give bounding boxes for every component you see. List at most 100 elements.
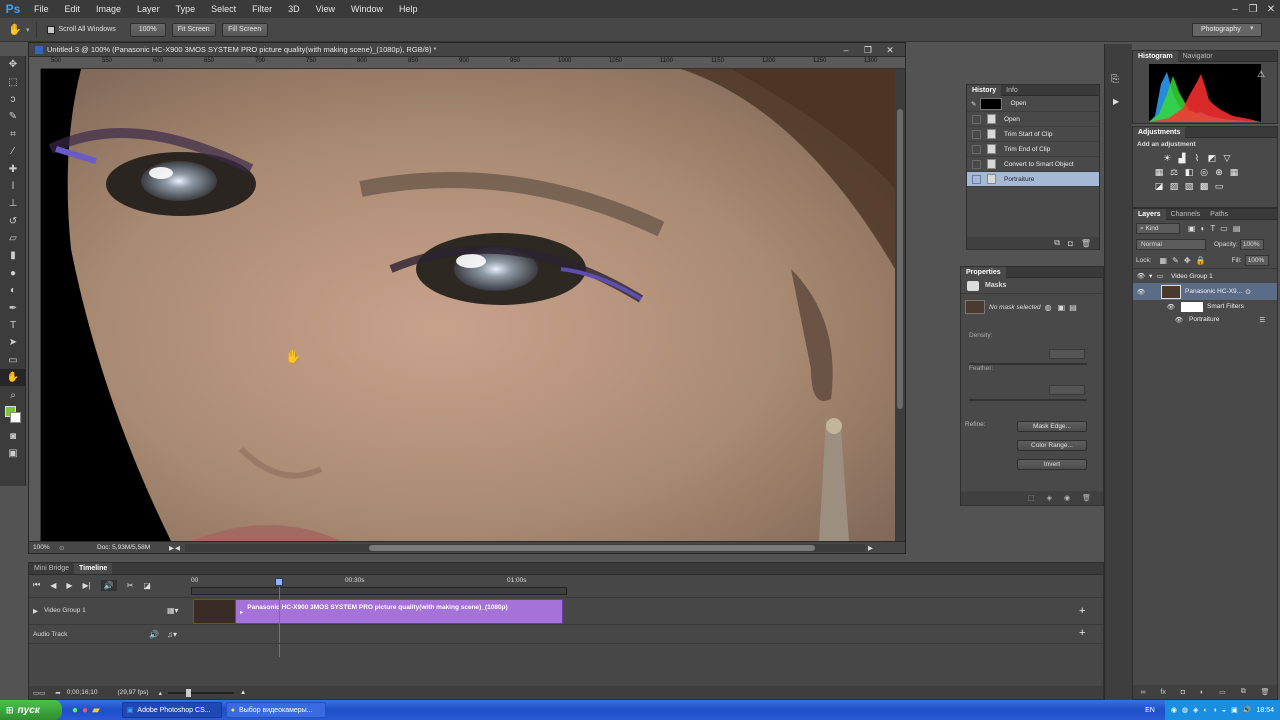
language-indicator[interactable]: EN [1145,707,1155,714]
start-button[interactable]: ⊞ пуск [0,700,62,720]
filter-kind-select[interactable]: ⌕ Kind [1136,222,1180,234]
minimize-icon[interactable]: – [1226,0,1244,18]
add-mask-icon[interactable]: ◘ [1181,689,1185,696]
task-browser[interactable]: ● Выбор видеокамеры... [225,702,326,718]
menu-help[interactable]: Help [391,0,426,18]
brush-tool-icon[interactable]: ⅼ [0,178,26,195]
tab-properties[interactable]: Properties [961,266,1006,278]
color-lookup-icon[interactable]: ▦ [1228,167,1240,177]
clip-expand-icon[interactable]: ▸ [240,608,243,616]
tab-timeline[interactable]: Timeline [74,563,113,574]
layer-style-icon[interactable]: fx [1160,689,1165,696]
add-pixel-mask-icon[interactable]: ▣ [1058,303,1066,312]
quicklaunch-folder-icon[interactable]: ▰ [92,705,100,716]
task-photoshop[interactable]: ▣ Adobe Photoshop CS... [121,702,222,718]
hue-saturation-icon[interactable]: ▦ [1153,167,1165,177]
play-action-icon[interactable]: ▶ [1113,97,1132,106]
timeline-ruler[interactable]: 00 00:30s 01:00s [191,575,565,587]
screen-mode-icon[interactable]: ▣ [0,445,26,462]
layer-row-selected[interactable]: 👁 Panasonic HC-X9... ⊙ [1133,283,1277,300]
delete-layer-icon[interactable]: 🗑 [1261,688,1270,696]
feather-slider[interactable] [969,399,1087,401]
tray-icon-3[interactable]: ◈ [1193,706,1198,714]
hand-tool-icon[interactable]: ✋ [0,369,26,387]
lock-transparency-icon[interactable]: ▦ [1160,256,1168,265]
zoom-tool-icon[interactable]: ⌕ [0,386,26,403]
filter-options-icon[interactable]: ☰ [1259,316,1265,324]
tab-histogram[interactable]: Histogram [1133,50,1178,62]
menu-filter[interactable]: Filter [244,0,280,18]
playhead-handle[interactable] [275,578,283,586]
fit-screen-button[interactable]: Fit Screen [171,22,216,37]
eye-icon[interactable]: 👁 [1133,303,1177,311]
filter-shape-icon[interactable]: ▭ [1220,224,1228,233]
eye-icon[interactable]: 👁 [1133,272,1149,280]
history-panel-icon[interactable]: ⎘ [1111,74,1132,85]
split-at-playhead-icon[interactable]: ✂ [127,581,134,590]
link-layers-icon[interactable]: ∞ [1140,689,1145,696]
audio-mute-icon[interactable]: 🔊 [100,579,117,591]
work-area-bar[interactable] [191,587,567,595]
doc-minimize-icon[interactable]: – [835,43,857,57]
layer-group-row[interactable]: 👁 ▾ ▭ Video Group 1 [1133,268,1277,283]
tab-adjustments[interactable]: Adjustments [1133,126,1186,138]
menu-select[interactable]: Select [203,0,244,18]
zoom-level[interactable]: 100% [29,544,59,551]
zoom-in-mountain-icon[interactable]: ▲ [240,689,246,696]
transition-icon[interactable]: ◪ [143,581,151,590]
load-selection-icon[interactable]: ⬚ [1028,494,1035,502]
fill-field[interactable]: 100% [1244,254,1269,266]
history-item[interactable]: Open [967,112,1099,127]
levels-icon[interactable]: ▟ [1176,153,1188,163]
menu-type[interactable]: Type [168,0,204,18]
quick-select-tool-icon[interactable]: ✎ [0,108,26,125]
new-adjustment-icon[interactable]: ◐ [1200,689,1204,696]
posterize-icon[interactable]: ▨ [1168,181,1180,191]
history-snapshot[interactable]: ✎ Open [967,96,1099,112]
zoom-100-button[interactable]: 100% [129,22,166,37]
snapshot-camera-icon[interactable]: ◘ [1068,239,1073,248]
eye-icon[interactable]: 👁 [1133,288,1149,296]
delete-mask-icon[interactable]: 🗑 [1082,494,1091,502]
channel-mixer-icon[interactable]: ⊕ [1213,167,1225,177]
menu-image[interactable]: Image [88,0,129,18]
menu-3d[interactable]: 3D [280,0,308,18]
eye-icon[interactable]: 👁 [1133,316,1189,324]
go-to-first-frame-icon[interactable]: ⏮ [33,580,40,590]
scroll-left-icon[interactable]: ◀ [175,544,185,552]
tray-icon-5[interactable]: ◑ [1213,707,1217,714]
dodge-tool-icon[interactable]: ◐ [0,282,26,299]
zoom-out-mountain-icon[interactable]: ▴ [159,689,162,697]
shape-tool-icon[interactable]: ▭ [0,352,26,369]
doc-restore-icon[interactable]: ❐ [857,43,879,57]
tray-icon-7[interactable]: ▣ [1231,706,1238,714]
lasso-tool-icon[interactable]: ↄ [0,91,26,108]
tab-channels[interactable]: Channels [1166,209,1206,220]
healing-tool-icon[interactable]: ✚ [0,160,26,177]
tray-icon-4[interactable]: ◐ [1203,707,1207,714]
invert-button[interactable]: Invert [1017,459,1087,470]
blur-tool-icon[interactable]: ● [0,265,26,282]
add-vector-mask-icon[interactable]: ▤ [1069,303,1077,312]
fill-screen-button[interactable]: Fill Screen [221,22,268,37]
vertical-scroll-thumb[interactable] [897,109,903,409]
video-clip[interactable]: ▸ Panasonic HC-X900 3MOS SYSTEM PRO pict… [193,599,563,624]
filter-adjustment-icon[interactable]: ◐ [1201,224,1206,233]
filter-pixel-icon[interactable]: ▣ [1188,224,1196,233]
blend-mode-select[interactable]: Normal [1136,238,1206,250]
audio-track-name[interactable]: Audio Track [33,631,67,638]
filter-smart-icon[interactable]: ▤ [1233,224,1241,233]
tool-preset-chevron-icon[interactable]: ▾ [26,26,30,34]
convert-frames-icon[interactable]: ▭▭ [33,689,45,697]
render-icon[interactable]: ➦ [55,689,60,697]
trash-icon[interactable]: 🗑 [1081,239,1091,248]
tab-info[interactable]: Info [1001,85,1023,96]
horizontal-ruler[interactable]: 500 550 600 650 700 750 800 850 900 950 … [41,57,905,69]
marquee-tool-icon[interactable]: ⬚ [0,73,26,90]
clock[interactable]: 18:54 [1256,707,1274,714]
status-arrow-icon[interactable]: ▶ [165,544,175,552]
menu-edit[interactable]: Edit [57,0,89,18]
invert-adjust-icon[interactable]: ◪ [1153,181,1165,191]
vertical-ruler[interactable] [29,69,41,541]
eraser-tool-icon[interactable]: ▱ [0,230,26,247]
